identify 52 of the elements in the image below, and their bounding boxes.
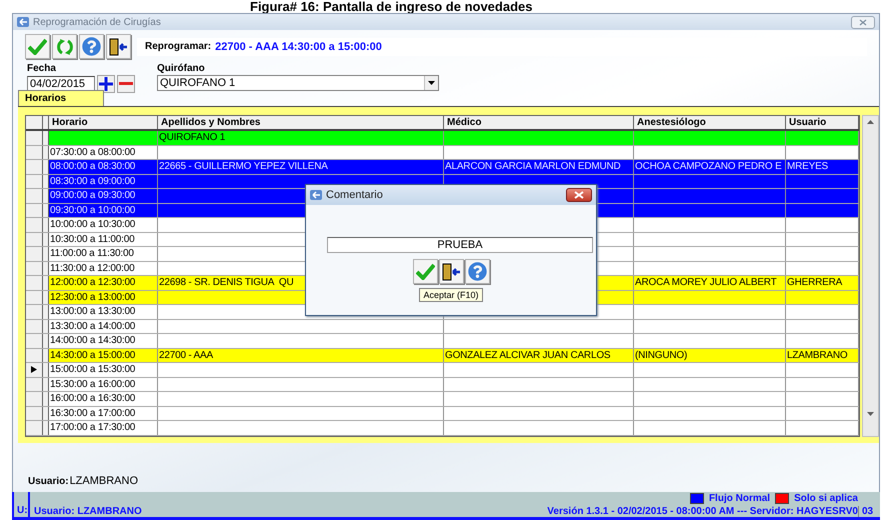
dialog-title: Comentario: [326, 189, 384, 201]
table-cell: GHERRERA: [786, 276, 859, 290]
table-cell: 17:00:00 a 17:30:00: [49, 421, 158, 434]
tooltip: Aceptar (F10): [419, 288, 483, 302]
column-header: Apellidos y Nombres: [158, 116, 444, 129]
table-cell: 09:30:00 a 10:00:00: [49, 204, 158, 217]
table-cell: 10:30:00 a 11:00:00: [49, 232, 158, 246]
column-header: Usuario: [786, 116, 859, 129]
table-cell: QUIROFANO 1: [158, 131, 444, 144]
version-text: Versión 1.3.1 - 02/02/2015 - 08:00:00 AM --- Servidor: HAGYESRV0: [547, 506, 858, 517]
table-cell: 15:30:00 a 16:00:00: [49, 378, 158, 391]
table-cell: 08:30:00 a 09:00:00: [49, 174, 158, 188]
table-cell: 09:00:00 a 09:30:00: [49, 189, 158, 202]
table-cell: 22665 - GUILLERMO YEPEZ VILLENA: [158, 160, 444, 174]
column-header: Anestesiólogo: [634, 116, 786, 129]
table-cell: 16:00:00 a 16:30:00: [49, 392, 158, 406]
date-label: Fecha: [27, 63, 57, 74]
table-cell: 15:00:00 a 15:30:00: [49, 363, 158, 376]
table-cell: GONZALEZ ALCIVAR JUAN CARLOS: [444, 348, 634, 362]
table-cell: 14:30:00 a 15:00:00: [49, 348, 158, 362]
table-cell: 22700 - AAA: [158, 348, 444, 362]
table-cell: 16:30:00 a 17:00:00: [49, 406, 158, 420]
user-value: LZAMBRANO: [70, 475, 138, 487]
table-cell: 14:00:00 a 14:30:00: [49, 334, 158, 348]
figure-caption: Figura# 16: Pantalla de ingreso de novedades: [249, 0, 534, 13]
user-label: Usuario:: [28, 476, 69, 487]
reschedule-value: 22700 - AAA 14:30:00 a 15:00:00: [215, 40, 382, 52]
table-cell: 12:30:00 a 13:00:00: [49, 290, 158, 304]
legend-label: Flujo Normal: [708, 492, 770, 504]
table-cell: 13:30:00 a 14:00:00: [49, 320, 158, 333]
table-cell: 13:00:00 a 13:30:00: [49, 305, 158, 318]
table-cell: AROCA MOREY JULIO ALBERT: [634, 276, 786, 290]
table-cell: ALARCON GARCIA MARLON EDMUND: [444, 160, 634, 174]
column-header: Horario: [49, 116, 158, 129]
table-cell: 11:30:00 a 12:00:00: [49, 262, 158, 275]
table-cell: 08:00:00 a 08:30:00: [49, 160, 158, 174]
reschedule-label: Reprogramar:: [145, 41, 212, 52]
table-cell: MREYES: [786, 160, 859, 174]
table-cell: 07:30:00 a 08:00:00: [49, 146, 158, 159]
status-text: 03: [858, 506, 880, 517]
table-cell: 12:00:00 a 12:30:00: [49, 276, 158, 290]
table-cell: OCHOA CAMPOZANO PEDRO E: [634, 160, 786, 174]
table-cell: 10:00:00 a 10:30:00: [49, 218, 158, 232]
legend-label: Solo si aplica: [794, 492, 858, 504]
room-label: Quirófano: [157, 63, 206, 74]
table-cell: LZAMBRANO: [786, 348, 859, 362]
window-title: Reprogramación de Cirugías: [33, 16, 162, 28]
table-cell: (NINGUNO): [634, 348, 786, 362]
status-user: Usuario: LZAMBRANO: [34, 506, 142, 517]
table-cell: 11:00:00 a 11:30:00: [49, 247, 158, 260]
column-header: Médico: [444, 116, 634, 129]
status-text: U:: [17, 505, 28, 516]
